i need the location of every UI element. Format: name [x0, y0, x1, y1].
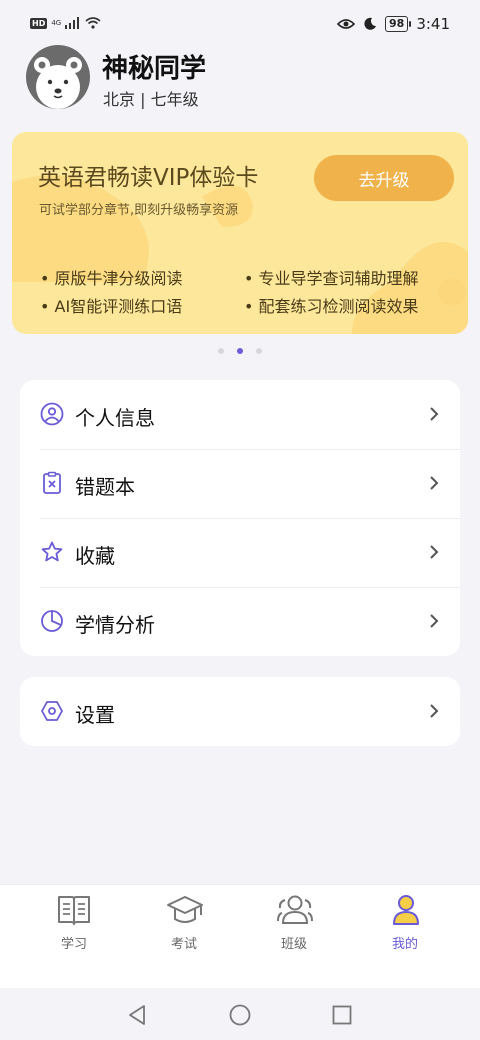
- clipboard-x-icon: [43, 471, 61, 494]
- menu-item-learning-analysis[interactable]: 学情分析: [20, 587, 460, 656]
- clock: 3:41: [416, 15, 450, 33]
- nav-tab-study[interactable]: 学习: [19, 885, 129, 965]
- banner-feature: • AI智能评测练口语: [40, 297, 183, 316]
- graduation-cap-icon: [167, 896, 203, 923]
- network-label: 4G: [51, 19, 62, 27]
- nav-tab-mine[interactable]: 我的: [350, 885, 460, 965]
- battery-indicator: 98: [385, 16, 412, 32]
- nav-tab-label: 班级: [280, 937, 307, 952]
- nav-tab-exam[interactable]: 考试: [129, 885, 239, 965]
- nav-tab-label: 考试: [170, 937, 197, 952]
- eye-icon: [337, 19, 355, 29]
- menu-item-label: 个人信息: [75, 406, 155, 430]
- group-icon: [277, 895, 313, 924]
- user-name: 神秘同学: [102, 54, 207, 84]
- settings-card: 设置: [20, 677, 460, 746]
- hd-badge: HD: [30, 17, 48, 29]
- banner-feature: • 配套练习检测阅读效果: [244, 297, 419, 316]
- menu-card: 个人信息 错题本 收藏 学情分析: [20, 380, 460, 656]
- user-circle-icon: [40, 402, 64, 426]
- banner-description: 可试学部分章节,即刻升级畅享资源: [39, 203, 239, 218]
- avatar[interactable]: [26, 45, 90, 109]
- banner-title: 英语君畅读VIP体验卡: [38, 165, 259, 191]
- nav-tab-label: 学习: [60, 937, 87, 952]
- nav-tab-class[interactable]: 班级: [239, 885, 349, 965]
- recents-icon[interactable]: [332, 1005, 352, 1025]
- status-right: 98 3:41: [337, 15, 450, 33]
- back-icon[interactable]: [127, 1004, 147, 1026]
- carousel-dot-active[interactable]: [237, 348, 243, 354]
- book-icon: [58, 896, 90, 925]
- banner-feature: • 专业导学查词辅助理解: [244, 269, 419, 288]
- settings-hexagon-icon: [41, 701, 63, 721]
- pie-chart-icon: [41, 610, 63, 632]
- chevron-right-icon: [430, 476, 439, 490]
- menu-item-personal-info[interactable]: 个人信息: [20, 380, 460, 449]
- nav-tab-label: 我的: [391, 937, 418, 952]
- chevron-right-icon: [430, 545, 439, 559]
- bear-avatar-icon: [34, 57, 82, 109]
- upgrade-button[interactable]: 去升级: [314, 155, 454, 201]
- status-left: HD 4G: [30, 17, 101, 29]
- menu-item-favorites[interactable]: 收藏: [20, 518, 460, 587]
- carousel-dot[interactable]: [218, 348, 224, 354]
- home-icon[interactable]: [229, 1004, 251, 1026]
- star-icon: [41, 541, 63, 562]
- menu-item-label: 学情分析: [75, 613, 155, 637]
- system-nav-bar: [0, 988, 480, 1040]
- bottom-nav: 学习 考试 班级 我的: [0, 884, 480, 988]
- wifi-icon: [85, 17, 101, 29]
- signal-icon: [65, 17, 80, 29]
- person-icon: [393, 895, 419, 925]
- chevron-right-icon: [430, 614, 439, 628]
- vip-banner[interactable]: 英语君畅读VIP体验卡 可试学部分章节,即刻升级畅享资源 去升级 • 原版牛津分…: [12, 132, 468, 334]
- menu-item-wrong-questions[interactable]: 错题本: [20, 449, 460, 518]
- menu-item-label: 收藏: [75, 544, 115, 568]
- chevron-right-icon: [430, 704, 439, 718]
- menu-item-label: 设置: [75, 703, 115, 727]
- moon-icon: [364, 17, 376, 30]
- banner-feature: • 原版牛津分级阅读: [40, 269, 183, 288]
- menu-item-settings[interactable]: 设置: [20, 677, 460, 746]
- carousel-dot[interactable]: [256, 348, 262, 354]
- user-location-grade: 北京 | 七年级: [103, 90, 199, 109]
- menu-item-label: 错题本: [75, 475, 135, 499]
- chevron-right-icon: [430, 407, 439, 421]
